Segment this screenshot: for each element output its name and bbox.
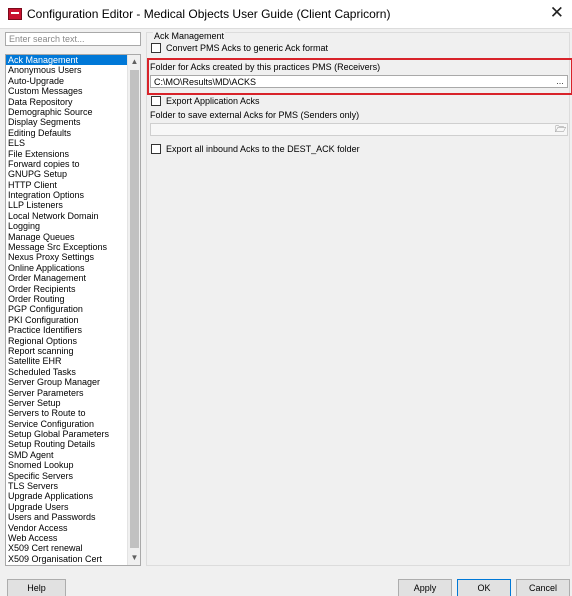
category-item[interactable]: Data Repository	[6, 97, 127, 107]
title-bar: Configuration Editor - Medical Objects U…	[0, 0, 572, 28]
convert-acks-checkbox[interactable]	[151, 43, 161, 53]
category-item[interactable]: Upgrade Users	[6, 502, 127, 512]
category-item[interactable]: Order Management	[6, 273, 127, 283]
export-app-acks-row[interactable]: Export Application Acks	[151, 95, 260, 107]
category-item[interactable]: Web Access	[6, 533, 127, 543]
category-item[interactable]: Server Group Manager	[6, 377, 127, 387]
category-item[interactable]: Vendor Access	[6, 523, 127, 533]
category-item[interactable]: Snomed Lookup	[6, 460, 127, 470]
category-item[interactable]: Forward copies to	[6, 159, 127, 169]
category-item[interactable]: Demographic Source	[6, 107, 127, 117]
senders-folder-input[interactable]	[150, 123, 568, 136]
category-item[interactable]: PKI Configuration	[6, 315, 127, 325]
category-item[interactable]: Setup Global Parameters	[6, 429, 127, 439]
category-item[interactable]: GNUPG Setup	[6, 169, 127, 179]
category-items: Ack Management Anonymous Users Auto-Upgrad…	[6, 55, 127, 565]
category-item[interactable]: Online Applications	[6, 263, 127, 273]
senders-folder-label: Folder to save external Acks for PMS (Se…	[150, 110, 360, 120]
category-list: Ack Management Anonymous Users Auto-Upgrad…	[5, 54, 141, 566]
category-item[interactable]: Order Routing	[6, 294, 127, 304]
category-scrollbar[interactable]: ▲ ▼	[127, 55, 140, 565]
category-item[interactable]: Anonymous Users	[6, 65, 127, 75]
ack-management-group: Ack Management Convert PMS Acks to gener…	[146, 31, 572, 566]
category-item[interactable]: Logging	[6, 221, 127, 231]
export-app-acks-label: Export Application Acks	[166, 96, 260, 106]
category-item[interactable]: Regional Options	[6, 336, 127, 346]
category-item[interactable]: XCN Fix	[6, 564, 127, 565]
button-bar: Help Apply OK Cancel	[0, 570, 572, 596]
editor-body: Ack ManagementAnonymous UsersAuto-Upgrad…	[0, 28, 572, 570]
category-item[interactable]: Servers to Route to	[6, 408, 127, 418]
category-item[interactable]: Editing Defaults	[6, 128, 127, 138]
export-inbound-acks-label: Export all inbound Acks to the DEST_ACK …	[166, 144, 360, 154]
category-item[interactable]: X509 Organisation Cert	[6, 554, 127, 564]
category-item[interactable]: ELS	[6, 138, 127, 148]
category-item[interactable]: Setup Routing Details	[6, 439, 127, 449]
category-item[interactable]: Custom Messages	[6, 86, 127, 96]
receivers-folder-input[interactable]	[150, 75, 568, 88]
close-icon[interactable]: ✕	[550, 3, 564, 23]
export-inbound-acks-row[interactable]: Export all inbound Acks to the DEST_ACK …	[151, 143, 360, 155]
export-inbound-acks-checkbox[interactable]	[151, 144, 161, 154]
category-item[interactable]: X509 Cert renewal	[6, 543, 127, 553]
help-button[interactable]: Help	[7, 579, 66, 596]
category-item[interactable]: Nexus Proxy Settings	[6, 252, 127, 262]
window-title: Configuration Editor - Medical Objects U…	[27, 7, 391, 21]
category-item[interactable]: Server Setup	[6, 398, 127, 408]
category-item[interactable]: Scheduled Tasks	[6, 367, 127, 377]
category-item[interactable]: Practice Identifiers	[6, 325, 127, 335]
export-app-acks-checkbox[interactable]	[151, 96, 161, 106]
search-input[interactable]	[5, 32, 141, 46]
category-item[interactable]: Specific Servers	[6, 471, 127, 481]
category-item[interactable]: Upgrade Applications	[6, 491, 127, 501]
category-item[interactable]: Message Src Exceptions	[6, 242, 127, 252]
convert-acks-row[interactable]: Convert PMS Acks to generic Ack format	[151, 42, 328, 54]
scroll-down-icon[interactable]: ▼	[128, 551, 140, 565]
category-item[interactable]: Local Network Domain	[6, 211, 127, 221]
category-item[interactable]: Service Configuration	[6, 419, 127, 429]
folder-open-icon[interactable]: 🗁	[555, 125, 566, 134]
category-item[interactable]: LLP Listeners	[6, 200, 127, 210]
cancel-button[interactable]: Cancel	[516, 579, 570, 596]
ok-button[interactable]: OK	[457, 579, 511, 596]
category-item[interactable]: PGP Configuration	[6, 304, 127, 314]
app-icon	[8, 8, 22, 20]
category-item[interactable]: Order Recipients	[6, 284, 127, 294]
category-item[interactable]: Ack Management	[6, 55, 127, 66]
category-item[interactable]: HTTP Client	[6, 180, 127, 190]
category-item[interactable]: TLS Servers	[6, 481, 127, 491]
group-title: Ack Management	[153, 31, 226, 41]
browse-receivers-button[interactable]: ...	[555, 77, 565, 86]
category-item[interactable]: Satellite EHR	[6, 356, 127, 366]
category-item[interactable]: Auto-Upgrade	[6, 76, 127, 86]
category-item[interactable]: Server Parameters	[6, 388, 127, 398]
apply-button[interactable]: Apply	[398, 579, 452, 596]
category-item[interactable]: Display Segments	[6, 117, 127, 127]
convert-acks-label: Convert PMS Acks to generic Ack format	[166, 43, 329, 53]
category-item[interactable]: File Extensions	[6, 149, 127, 159]
scroll-up-icon[interactable]: ▲	[128, 55, 140, 69]
category-item[interactable]: Integration Options	[6, 190, 127, 200]
category-item[interactable]: Manage Queues	[6, 232, 127, 242]
receivers-folder-label: Folder for Acks created by this practice…	[150, 62, 381, 72]
category-item[interactable]: SMD Agent	[6, 450, 127, 460]
category-item[interactable]: Report scanning	[6, 346, 127, 356]
scroll-thumb[interactable]	[130, 70, 139, 548]
category-item[interactable]: Users and Passwords	[6, 512, 127, 522]
